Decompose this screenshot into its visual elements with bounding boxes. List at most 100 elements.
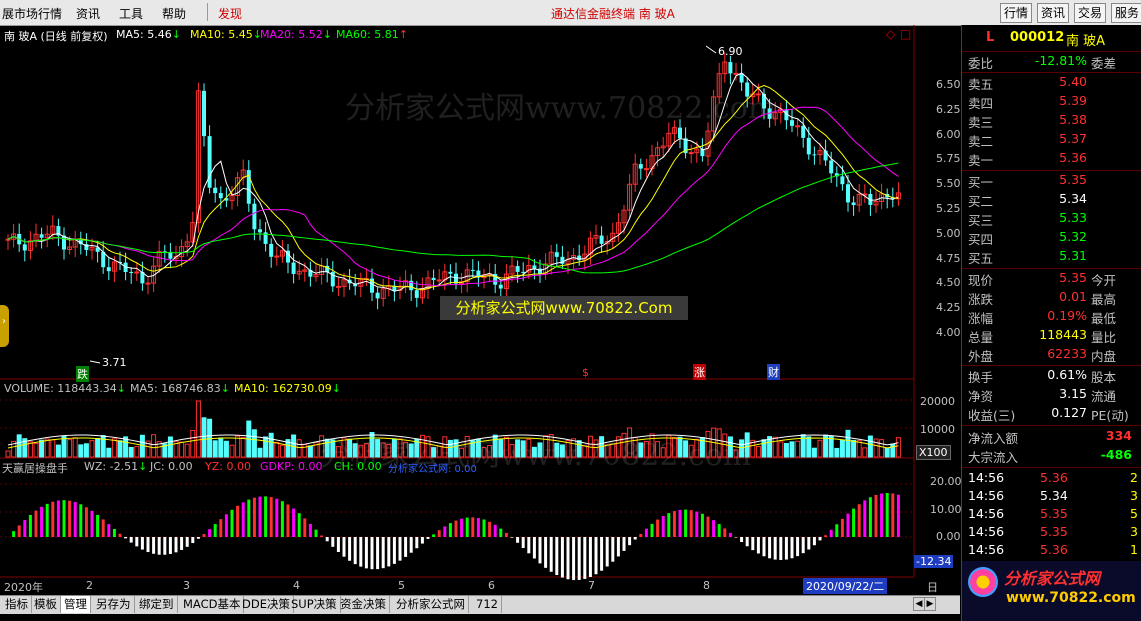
buy-level-row[interactable]: 买一 5.35	[962, 172, 1141, 190]
candle-body	[335, 285, 341, 288]
volume-bar	[257, 447, 263, 458]
expand-arrow-icon: ›	[2, 316, 6, 327]
candle-body	[538, 268, 542, 274]
month-3: 3	[183, 579, 190, 592]
diamond-icon[interactable]: ◇	[886, 27, 895, 41]
indicator-jc: JC: 0.00	[150, 460, 193, 473]
volume-bar	[117, 440, 123, 458]
volume-bar	[302, 444, 308, 458]
tab-bind-to[interactable]: 绑定到	[136, 596, 178, 613]
finance-marker[interactable]: 财	[767, 364, 780, 380]
buy-level-row[interactable]: 买二 5.34	[962, 191, 1141, 209]
volume-bar	[839, 439, 845, 458]
fall-marker[interactable]: 跌	[76, 366, 89, 382]
sell-level-row[interactable]: 卖一 5.36	[962, 150, 1141, 168]
volume-bar	[223, 440, 229, 458]
tab-manage[interactable]: 管理	[61, 596, 91, 613]
menu-discover[interactable]: 发现	[218, 5, 242, 22]
buy-level-row[interactable]: 买四 5.32	[962, 229, 1141, 247]
volume-bar	[151, 434, 157, 458]
indicator-ch: CH: 0.00	[334, 460, 382, 473]
indicator-yz: YZ: 0.00	[205, 460, 251, 473]
stock-name: 南 玻A	[1066, 34, 1106, 49]
tab-macd[interactable]: MACD基本	[180, 596, 245, 613]
volume-unit-badge[interactable]: X100	[916, 445, 951, 460]
sell-level-row[interactable]: 卖二 5.37	[962, 131, 1141, 149]
low-price-label: 3.71	[102, 356, 127, 369]
volume-bar	[128, 446, 134, 458]
volume-bar	[44, 438, 50, 458]
indicator-name[interactable]: 天赢居操盘手	[2, 460, 68, 476]
volume-bar	[806, 436, 812, 458]
toolbar-service-button[interactable]: 服务	[1111, 3, 1141, 23]
tick-row: 14:56 5.35 5	[968, 506, 1138, 521]
stat-row: 总量 118443 量比	[968, 327, 1117, 345]
square-icon[interactable]: □	[900, 27, 911, 41]
volume-bar	[789, 441, 795, 458]
ma-line-60	[7, 162, 899, 274]
toolbar-quotes-button[interactable]: 行情	[1000, 3, 1033, 23]
formula-tab-bar: 指标 模板 管理 另存为 绑定到 MACD基本 DDE决策 SUP决策 资金决策…	[0, 595, 960, 614]
quote-panel: L 000012 南 玻A 委比 -12.81% 委差 卖五 5.40 卖四 5…	[961, 25, 1141, 621]
menu-tools[interactable]: 工具	[119, 5, 143, 22]
indicator-wz: WZ: -2.51↓	[84, 460, 148, 473]
tab-dde[interactable]: DDE决策	[239, 596, 294, 613]
buy-level-row[interactable]: 买五 5.31	[962, 248, 1141, 266]
price-tick-label: 5.75	[936, 152, 961, 166]
rise-marker[interactable]: 涨	[693, 364, 706, 380]
indicator-tick-1: 20.00	[930, 475, 962, 488]
volume-bar	[755, 446, 761, 458]
stat-row: 现价 5.35 今开	[968, 270, 1117, 288]
buy-level-row[interactable]: 买三 5.33	[962, 210, 1141, 228]
period-day-label[interactable]: 日	[927, 579, 938, 595]
candle-body	[448, 271, 453, 274]
price-tick-label: 6.25	[936, 102, 961, 116]
window-title: 通达信金融终端 南 玻A	[551, 7, 675, 21]
promo-banner[interactable]: 分析家公式网www.70822.Com	[440, 296, 688, 320]
fundamental-row: 收益(三) 0.127 PE(动)	[968, 405, 1129, 423]
candle-body	[733, 72, 739, 75]
candle-body	[790, 120, 794, 126]
toolbar-trade-button[interactable]: 交易	[1074, 3, 1107, 23]
toolbar-news-button[interactable]: 资讯	[1037, 3, 1070, 23]
candle-body	[812, 154, 817, 156]
tab-fund[interactable]: 资金决策	[337, 596, 390, 613]
volume-bar	[235, 435, 241, 458]
candle-body	[431, 277, 436, 281]
ma20-label: MA20: 5.52↓	[260, 28, 332, 41]
tab-sup[interactable]: SUP决策	[288, 596, 341, 613]
candle-body	[218, 193, 223, 199]
price-tick-label: 4.50	[936, 276, 961, 290]
candle-body	[22, 244, 27, 251]
tab-scroll-right-icon[interactable]: ▶	[924, 597, 936, 611]
volume-bar	[106, 447, 112, 458]
candle-body	[851, 202, 856, 206]
sell-level-row[interactable]: 卖五 5.40	[962, 74, 1141, 92]
price-tick-label: 5.50	[936, 177, 961, 191]
volume-tick-1: 20000	[920, 395, 955, 408]
tab-indicator[interactable]: 指标	[2, 596, 32, 613]
dollar-marker[interactable]: $	[582, 366, 589, 379]
candle-body	[5, 238, 11, 241]
menu-news[interactable]: 资讯	[76, 5, 100, 22]
menu-help[interactable]: 帮助	[162, 5, 186, 22]
volume-bar	[828, 435, 834, 458]
candle-body	[62, 235, 66, 250]
tick-row: 14:56 5.35 3	[968, 524, 1138, 539]
chart-area[interactable]: 分析家公式网www.70822.com 分析家公式网www.70822.com …	[0, 25, 962, 595]
volume-bar	[212, 440, 218, 458]
candle-body	[39, 234, 44, 238]
menu-market[interactable]: 展市场行情	[2, 5, 62, 22]
sell-level-row[interactable]: 卖四 5.39	[962, 93, 1141, 111]
volume-bar	[179, 441, 185, 458]
indicator-gdkp: GDKP: 0.00	[260, 460, 323, 473]
price-tick-label: 6.00	[936, 127, 961, 141]
tab-template[interactable]: 模板	[31, 596, 61, 613]
watermark-bottom: 分析家公式网www.70822.com	[320, 438, 752, 473]
tab-fxj[interactable]: 分析家公式网	[393, 596, 469, 613]
tab-save-as[interactable]: 另存为	[93, 596, 135, 613]
tab-712[interactable]: 712	[473, 596, 502, 613]
sell-level-row[interactable]: 卖三 5.38	[962, 112, 1141, 130]
logo-text: 分析家公式网	[1004, 569, 1101, 588]
candle-body	[846, 184, 850, 203]
